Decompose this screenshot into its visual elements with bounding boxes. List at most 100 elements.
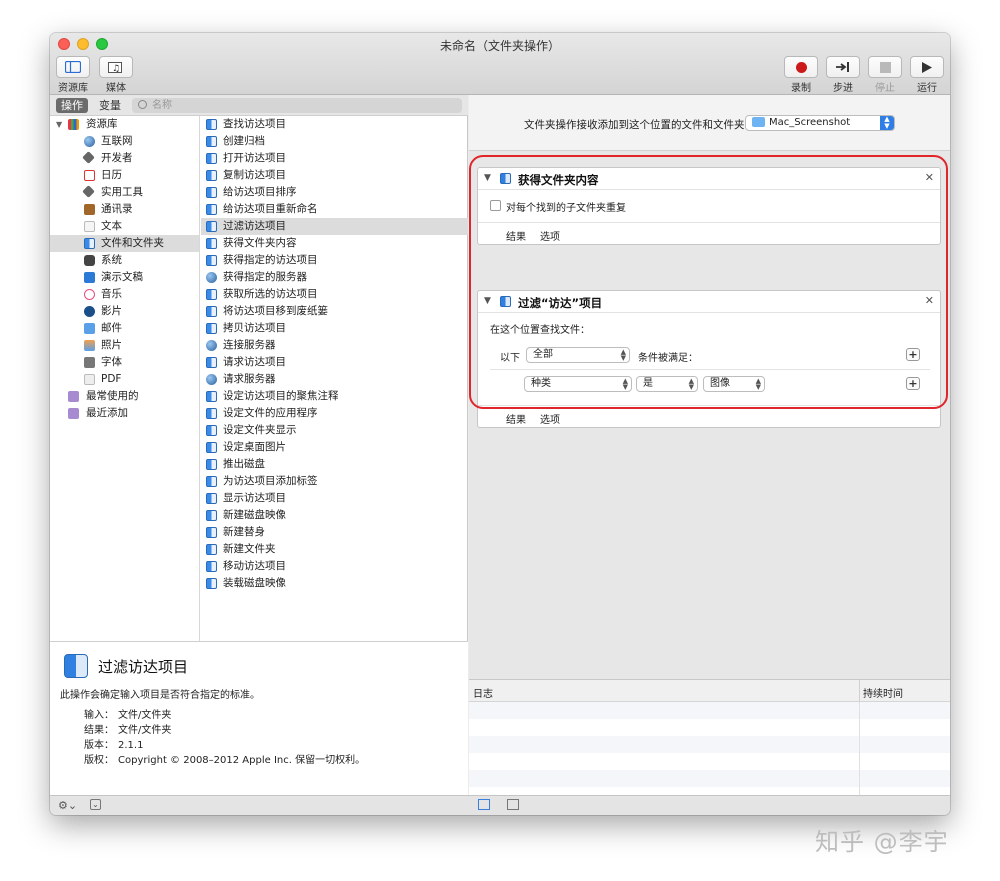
action-list-item[interactable]: 装载磁盘映像 <box>201 575 468 592</box>
tab-actions[interactable]: 操作 <box>56 98 88 113</box>
library-category-item[interactable]: 开发者 <box>50 150 199 167</box>
record-button[interactable] <box>784 56 818 78</box>
search-icon <box>138 100 147 109</box>
tab-variables[interactable]: 变量 <box>94 98 126 113</box>
font-icon <box>84 357 95 368</box>
library-root[interactable]: ▼ 资源库 <box>50 116 199 133</box>
doc-icon <box>84 221 95 232</box>
log-column-header[interactable]: 日志 <box>473 685 493 700</box>
action-list-item[interactable]: 请求服务器 <box>201 371 468 388</box>
library-category-item[interactable]: 照片 <box>50 337 199 354</box>
action-list-item[interactable]: 拷贝访达项目 <box>201 320 468 337</box>
media-icon: ♫ <box>108 61 122 74</box>
server-icon <box>206 374 217 385</box>
action-list-item[interactable]: 查找访达项目 <box>201 116 468 133</box>
finder-icon <box>206 476 217 487</box>
meta-input: 输入： 文件/文件夹 <box>84 710 172 721</box>
action-list-item[interactable]: 新建文件夹 <box>201 541 468 558</box>
action-list-item[interactable]: 新建替身 <box>201 524 468 541</box>
library-category-item[interactable]: 演示文稿 <box>50 269 199 286</box>
action-list-item[interactable]: 显示访达项目 <box>201 490 468 507</box>
duration-column-header[interactable]: 持续时间 <box>863 685 903 700</box>
action-list-item[interactable]: 新建磁盘映像 <box>201 507 468 524</box>
search-input[interactable]: 名称 <box>132 98 462 113</box>
action-list-item[interactable]: 获得文件夹内容 <box>201 235 468 252</box>
action-list-item[interactable]: 给访达项目排序 <box>201 184 468 201</box>
library-category-label: 字体 <box>101 356 122 368</box>
gear-icon[interactable]: ⚙︎⌄ <box>58 799 77 812</box>
library-category-item[interactable]: 互联网 <box>50 133 199 150</box>
action-label: 过滤访达项目 <box>223 220 286 232</box>
library-category-item[interactable]: 音乐 <box>50 286 199 303</box>
smart-group-item[interactable]: 最常使用的 <box>50 388 199 405</box>
action-label: 设定文件夹显示 <box>223 424 297 436</box>
action-list-item[interactable]: 打开访达项目 <box>201 150 468 167</box>
folder-name: Mac_Screenshot <box>769 117 851 128</box>
run-button[interactable] <box>910 56 944 78</box>
title-bar: 未命名（文件夹操作） 资源库 ♫ 媒体 录制 步进 停止 运行 <box>50 33 950 95</box>
action-list-item[interactable]: 获得指定的服务器 <box>201 269 468 286</box>
action-list-item[interactable]: 复制访达项目 <box>201 167 468 184</box>
action-list-item[interactable]: 推出磁盘 <box>201 456 468 473</box>
action-list-item[interactable]: 获得指定的访达项目 <box>201 252 468 269</box>
library-category-item[interactable]: PDF <box>50 371 199 388</box>
action-list-item[interactable]: 获取所选的访达项目 <box>201 286 468 303</box>
receive-label: 文件夹操作接收添加到这个位置的文件和文件夹 <box>524 119 745 131</box>
tools-icon <box>82 185 95 198</box>
action-list-item[interactable]: 连接服务器 <box>201 337 468 354</box>
media-button[interactable]: ♫ <box>99 56 133 78</box>
finder-icon <box>206 238 217 249</box>
action-list-item[interactable]: 设定访达项目的聚焦注释 <box>201 388 468 405</box>
description-title: 过滤访达项目 <box>98 658 189 676</box>
library-category-item[interactable]: 邮件 <box>50 320 199 337</box>
description-text: 此操作会确定输入项目是否符合指定的标准。 <box>60 690 260 701</box>
smart-group-label: 最常使用的 <box>86 390 139 402</box>
record-icon <box>795 61 807 73</box>
action-list-item[interactable]: 给访达项目重新命名 <box>201 201 468 218</box>
library-category-item[interactable]: 实用工具 <box>50 184 199 201</box>
library-category-item[interactable]: 通讯录 <box>50 201 199 218</box>
options-tab[interactable]: 选项 <box>540 411 560 426</box>
action-list-item[interactable]: 过滤访达项目 <box>201 218 468 235</box>
finder-icon <box>206 442 217 453</box>
action-list-item[interactable]: 将访达项目移到废纸篓 <box>201 303 468 320</box>
action-description: 过滤访达项目 此操作会确定输入项目是否符合指定的标准。 输入： 文件/文件夹 结果… <box>50 641 468 795</box>
book-icon <box>84 204 95 215</box>
library-button[interactable] <box>56 56 90 78</box>
stop-button[interactable] <box>868 56 902 78</box>
description-toggle-icon[interactable]: ⌄ <box>90 799 101 810</box>
split-view-icon[interactable] <box>507 799 519 810</box>
action-list-item[interactable]: 移动访达项目 <box>201 558 468 575</box>
pdf-icon <box>84 374 95 385</box>
action-list-item[interactable]: 设定文件夹显示 <box>201 422 468 439</box>
action-label: 创建归档 <box>223 135 265 147</box>
library-category-item[interactable]: 文本 <box>50 218 199 235</box>
action-list-item[interactable]: 请求访达项目 <box>201 354 468 371</box>
folder-popup[interactable]: Mac_Screenshot ▲ ▼ <box>745 115 895 131</box>
library-category-item[interactable]: 字体 <box>50 354 199 371</box>
finder-icon <box>206 289 217 300</box>
step-button-label: 步进 <box>833 83 853 94</box>
step-button[interactable] <box>826 56 860 78</box>
finder-icon <box>206 221 217 232</box>
action-label: 打开访达项目 <box>223 152 286 164</box>
smart-group-item[interactable]: 最近添加 <box>50 405 199 422</box>
finder-icon <box>206 459 217 470</box>
smart-group-label: 最近添加 <box>86 407 128 419</box>
list-view-icon[interactable] <box>478 799 490 810</box>
library-category-item[interactable]: 日历 <box>50 167 199 184</box>
action-list-item[interactable]: 创建归档 <box>201 133 468 150</box>
finder-icon <box>206 306 217 317</box>
finder-icon <box>84 238 95 249</box>
disclosure-triangle-icon[interactable]: ▼ <box>56 116 62 133</box>
results-tab[interactable]: 结果 <box>506 411 526 426</box>
action-list-item[interactable]: 为访达项目添加标签 <box>201 473 468 490</box>
library-category-item[interactable]: 影片 <box>50 303 199 320</box>
library-category-item[interactable]: 文件和文件夹 <box>50 235 199 252</box>
action-label: 获取所选的访达项目 <box>223 288 318 300</box>
action-list-item[interactable]: 设定文件的应用程序 <box>201 405 468 422</box>
action-list-item[interactable]: 设定桌面图片 <box>201 439 468 456</box>
action-label: 显示访达项目 <box>223 492 286 504</box>
library-category-item[interactable]: 系统 <box>50 252 199 269</box>
action-label: 给访达项目重新命名 <box>223 203 318 215</box>
